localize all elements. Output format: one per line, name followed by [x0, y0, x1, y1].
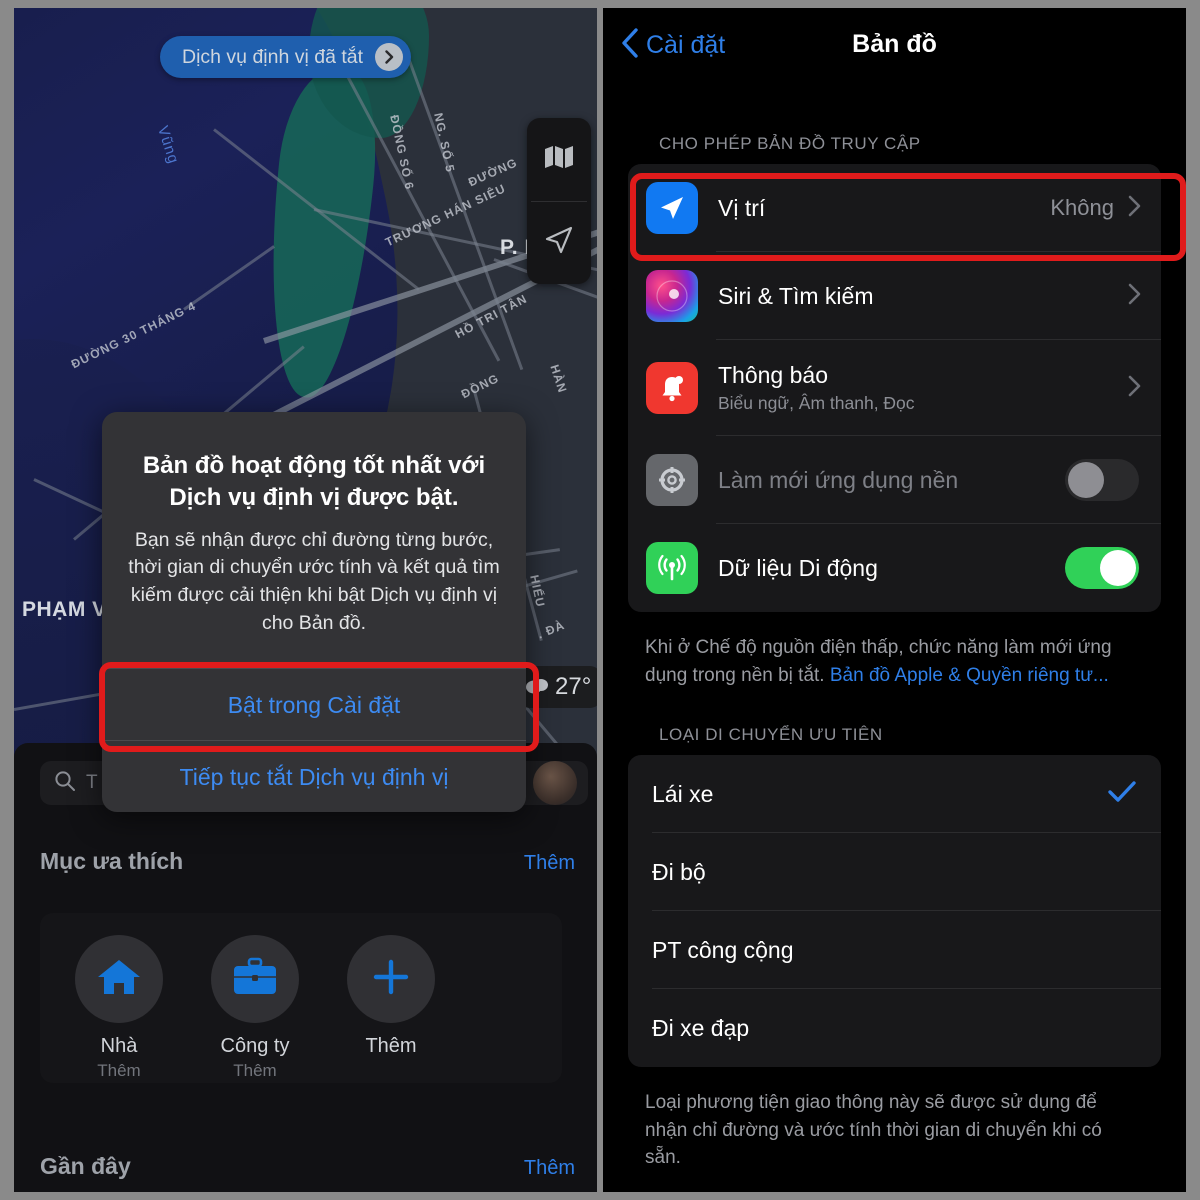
alert-body: Bạn sẽ nhận được chỉ đường từng bước, th…: [128, 528, 500, 634]
favorites-card: Nhà Thêm Công ty Thêm Thêm: [40, 913, 562, 1083]
search-icon: [54, 770, 76, 797]
privacy-link[interactable]: Bản đồ Apple & Quyền riêng tư...: [830, 665, 1109, 686]
favorite-sub: Thêm: [233, 1061, 277, 1080]
chevron-right-icon: [1128, 375, 1141, 402]
row-label: Vị trí: [718, 194, 766, 221]
access-group-header: CHO PHÉP BẢN ĐỒ TRUY CẬP: [659, 134, 921, 153]
plus-icon-wrapper: [347, 935, 435, 1023]
settings-row-location[interactable]: Vị trí Không: [628, 164, 1161, 252]
search-placeholder: T: [86, 772, 98, 793]
toggle-knob: [1100, 550, 1136, 586]
transport-option-driving[interactable]: Lái xe: [628, 755, 1161, 834]
favorites-header: Mục ưa thích Thêm: [40, 848, 575, 875]
option-label: Đi xe đạp: [652, 1014, 750, 1041]
screenshot-root: Vũng ĐỒNG SỐ 6 NG. SỐ 5 ĐƯỜNG TRƯƠNG HÁN…: [0, 0, 1200, 1200]
chevron-right-circle-icon: [375, 43, 404, 71]
map-label-street: . ĐÀ: [535, 617, 567, 642]
transport-option-walking[interactable]: Đi bộ: [628, 833, 1161, 912]
favorite-item-home[interactable]: Nhà Thêm: [72, 935, 166, 1081]
favorite-sub: Thêm: [97, 1061, 141, 1080]
favorite-name: Thêm: [365, 1035, 417, 1057]
map-layers-button[interactable]: [527, 118, 591, 201]
alert-title: Bản đồ hoạt động tốt nhất với Dịch vụ đị…: [142, 452, 486, 512]
row-label: Siri & Tìm kiếm: [718, 282, 874, 309]
cellular-data-toggle[interactable]: [1065, 547, 1139, 589]
settings-row-cellular-data[interactable]: Dữ liệu Di động: [628, 524, 1161, 612]
location-services-off-pill[interactable]: Dịch vụ định vị đã tắt: [160, 36, 412, 78]
location-arrow-icon: [646, 182, 698, 234]
row-label: Dữ liệu Di động: [718, 554, 878, 581]
locate-arrow-icon: [543, 224, 575, 261]
settings-maps-panel: Cài đặt Bản đồ CHO PHÉP BẢN ĐỒ TRUY CẬP …: [603, 8, 1186, 1192]
transport-option-transit[interactable]: PT công cộng: [628, 911, 1161, 990]
temperature-value: 27°: [555, 673, 592, 700]
plus-icon: [370, 956, 412, 1003]
checkmark-icon: [1107, 780, 1137, 809]
gear-icon: [646, 454, 698, 506]
favorite-item-add[interactable]: Thêm: [344, 935, 438, 1081]
map-label-street: ĐỒNG: [458, 370, 502, 402]
home-icon-wrapper: [75, 935, 163, 1023]
transport-group-footnote: Loại phương tiện giao thông này sẽ được …: [645, 1092, 1102, 1169]
favorite-item-work[interactable]: Công ty Thêm: [208, 935, 302, 1081]
controls-divider: [531, 201, 587, 202]
option-label: PT công cộng: [652, 936, 794, 963]
access-group-footnote: Khi ở Chế độ nguồn điện thấp, chức năng …: [645, 634, 1141, 689]
settings-row-background-refresh[interactable]: Làm mới ứng dụng nền: [628, 436, 1161, 524]
option-label: Lái xe: [652, 780, 714, 807]
favorites-more-button[interactable]: Thêm: [524, 852, 575, 875]
cloud-icon: [525, 675, 551, 700]
bell-icon: [646, 362, 698, 414]
favorite-name: Nhà: [100, 1035, 138, 1057]
weather-badge[interactable]: 27°: [519, 666, 597, 708]
favorite-name: Công ty: [220, 1035, 290, 1057]
transport-options-card: Lái xe Đi bộ PT công cộng Đi xe đạp: [628, 755, 1161, 1068]
settings-row-notifications[interactable]: Thông báo Biểu ngữ, Âm thanh, Đọc: [628, 340, 1161, 436]
toggle-knob: [1068, 462, 1104, 498]
alert-primary-action[interactable]: Bật trong Cài đặt: [102, 668, 526, 741]
briefcase-icon: [232, 957, 278, 1002]
siri-icon: [646, 270, 698, 322]
page-title: Bản đồ: [852, 30, 937, 58]
favorites-title: Mục ưa thích: [40, 848, 184, 874]
transport-option-cycling[interactable]: Đi xe đạp: [628, 989, 1161, 1067]
navigation-bar: Cài đặt Bản đồ: [603, 8, 1186, 90]
map-controls[interactable]: [527, 118, 591, 284]
recents-header: Gần đây Thêm: [40, 1153, 575, 1180]
chevron-right-icon: [1128, 195, 1141, 222]
briefcase-icon-wrapper: [211, 935, 299, 1023]
map-layers-icon: [544, 145, 574, 174]
row-value: Không: [1050, 195, 1114, 220]
locate-me-button[interactable]: [527, 201, 591, 284]
chevron-right-icon: [1128, 283, 1141, 310]
background-refresh-toggle[interactable]: [1065, 459, 1139, 501]
map-label-street: ĐỒNG SỐ 6: [387, 113, 417, 192]
row-label: Thông báo: [718, 362, 828, 388]
alert-secondary-action[interactable]: Tiếp tục tắt Dịch vụ định vị: [102, 740, 526, 812]
home-icon: [96, 956, 142, 1003]
option-label: Đi bộ: [652, 858, 706, 885]
cellular-icon: [646, 542, 698, 594]
access-settings-card: Vị trí Không Siri & Tìm kiếm Thông báo B…: [628, 164, 1161, 612]
row-label: Làm mới ứng dụng nền: [718, 466, 959, 493]
map-label-street: HÀN: [547, 362, 570, 396]
location-pill-label: Dịch vụ định vị đã tắt: [182, 45, 364, 68]
row-subtitle: Biểu ngữ, Âm thanh, Đọc: [718, 393, 915, 413]
avatar[interactable]: [533, 761, 577, 805]
recents-title: Gần đây: [40, 1153, 131, 1179]
recents-more-button[interactable]: Thêm: [524, 1157, 575, 1180]
location-services-alert: Bản đồ hoạt động tốt nhất với Dịch vụ đị…: [102, 412, 526, 812]
map-label-street: NG. SỐ 5: [431, 111, 458, 174]
transport-group-header: LOẠI DI CHUYỂN ƯU TIÊN: [659, 725, 883, 745]
maps-app-panel: Vũng ĐỒNG SỐ 6 NG. SỐ 5 ĐƯỜNG TRƯƠNG HÁN…: [14, 8, 597, 1192]
settings-row-siri-search[interactable]: Siri & Tìm kiếm: [628, 252, 1161, 340]
